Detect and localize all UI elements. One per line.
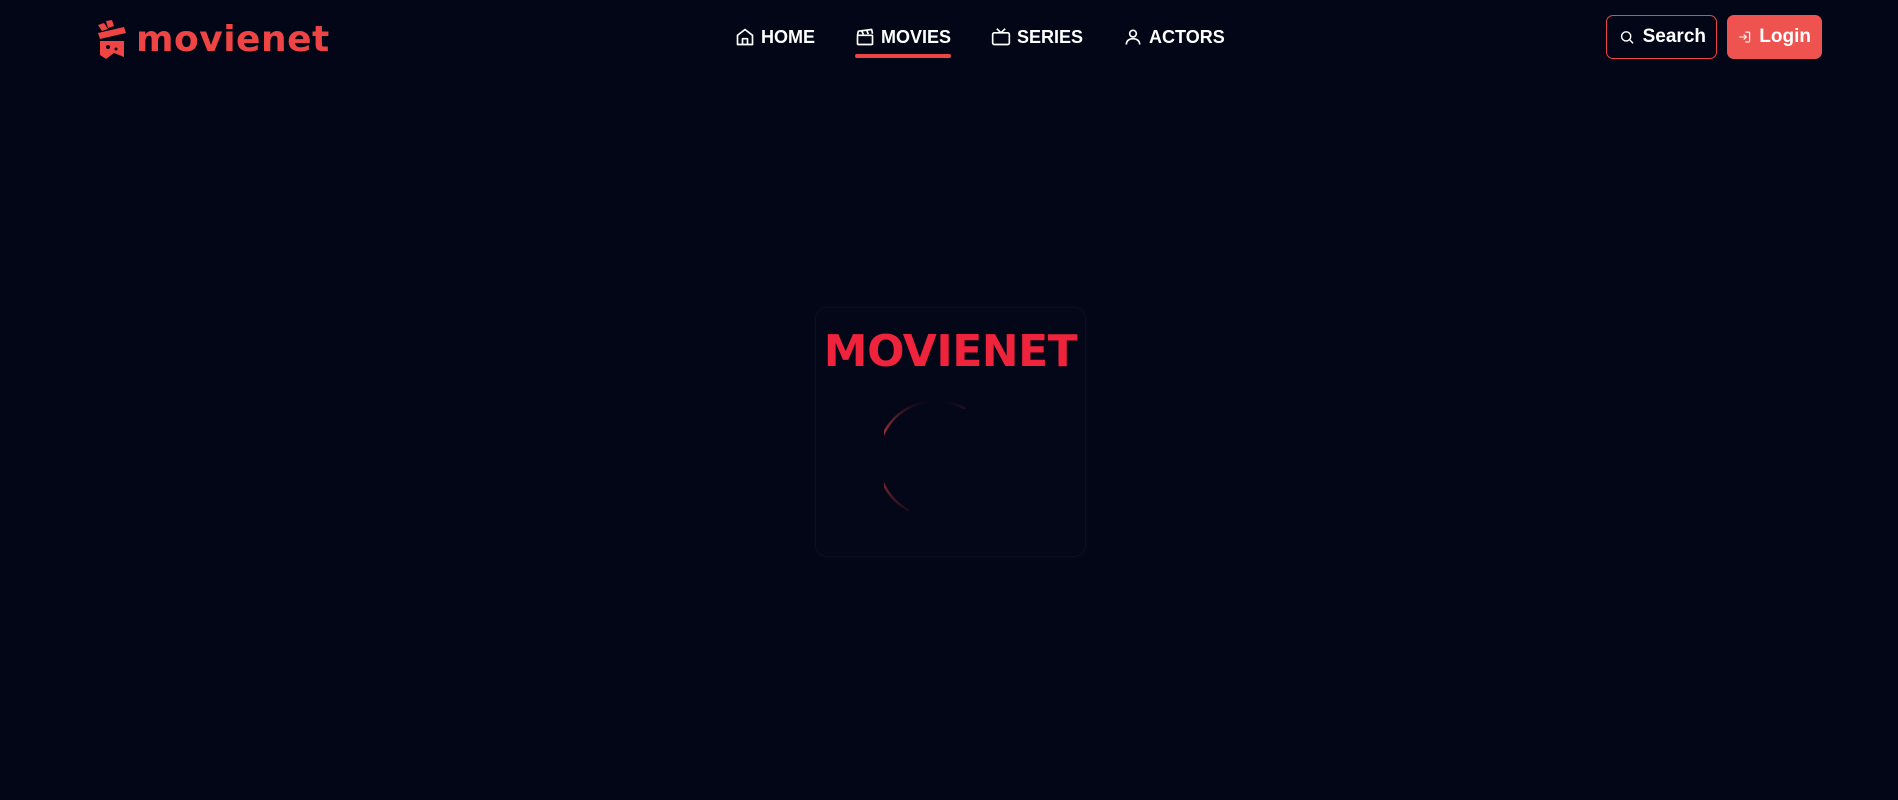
login-button-label: Login (1759, 26, 1811, 47)
nav-item-series[interactable]: SERIES (991, 22, 1083, 52)
login-button[interactable]: Login (1727, 15, 1822, 59)
clapperboard-icon (856, 28, 874, 46)
loading-card: MOVIENET (815, 307, 1086, 557)
brand-logo[interactable]: movienet (96, 18, 330, 62)
header-actions: Search Login (1606, 15, 1822, 59)
nav-item-home[interactable]: HOME (735, 22, 815, 52)
nav-label-movies: MOVIES (881, 26, 952, 47)
main-nav: HOME MOVIES SERIES ACTORS (735, 22, 1225, 58)
brand-name: movienet (136, 19, 330, 60)
clapperboard-icon (98, 20, 126, 59)
top-navbar: movienet HOME MOVIES SERIES ACTORS Searc… (0, 0, 1898, 74)
nav-label-actors: ACTORS (1149, 26, 1225, 47)
spinner-icon (884, 400, 966, 512)
nav-item-movies[interactable]: MOVIES (855, 22, 952, 58)
search-button[interactable]: Search (1606, 15, 1717, 59)
search-icon (1620, 31, 1634, 44)
nav-label-series: SERIES (1017, 26, 1084, 47)
home-icon (736, 28, 754, 46)
search-button-label: Search (1642, 26, 1706, 47)
user-icon (1125, 29, 1141, 45)
tv-icon (991, 28, 1011, 46)
nav-item-actors[interactable]: ACTORS (1123, 22, 1225, 52)
login-icon (1739, 31, 1751, 43)
nav-label-home: HOME (761, 26, 815, 47)
loader-title: MOVIENET (823, 326, 1078, 377)
